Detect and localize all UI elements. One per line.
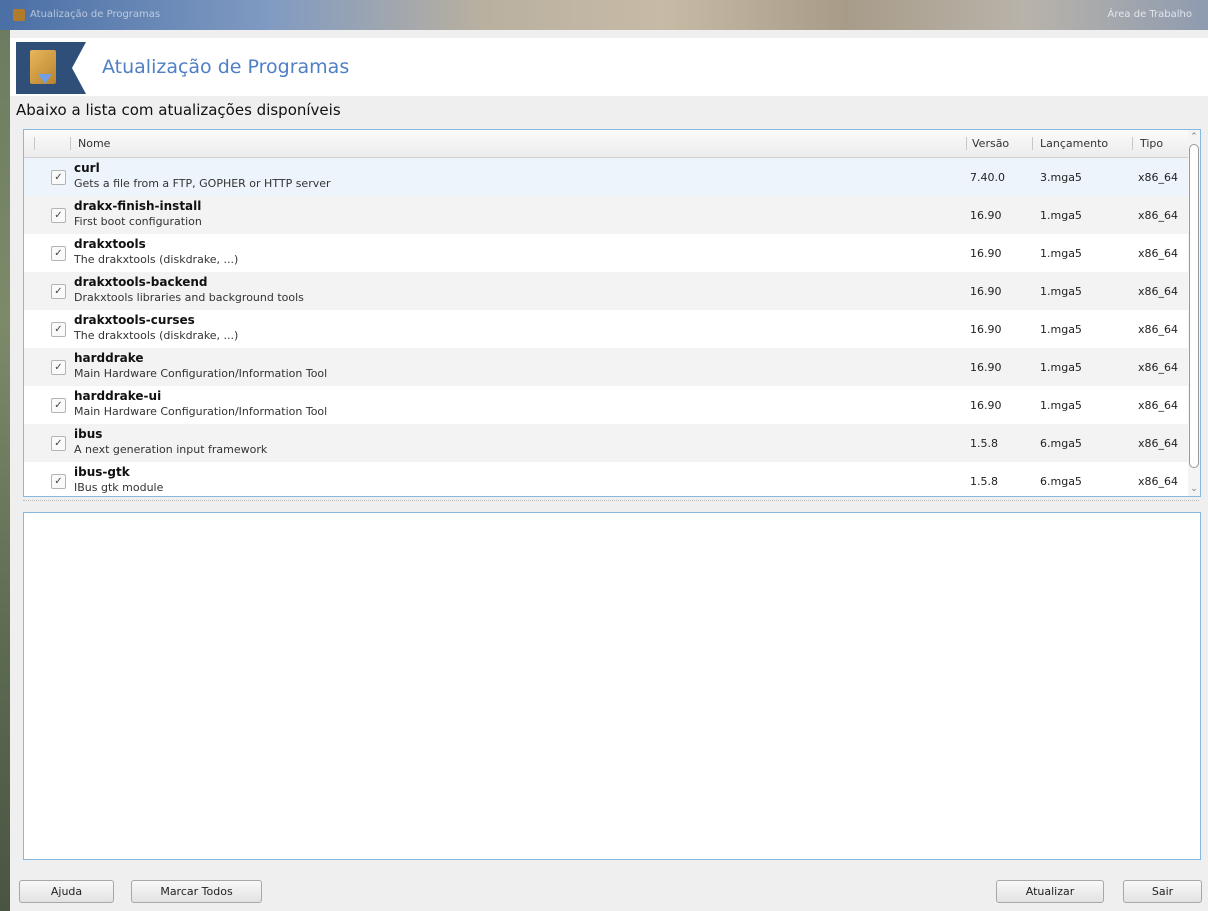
- package-version: 16.90: [970, 285, 1002, 298]
- table-row[interactable]: ✓ ibus A next generation input framework…: [24, 424, 1188, 462]
- select-all-button[interactable]: Marcar Todos: [131, 880, 262, 903]
- package-release: 1.mga5: [1040, 209, 1082, 222]
- package-release: 1.mga5: [1040, 247, 1082, 260]
- list-rows: ✓ curl Gets a file from a FTP, GOPHER or…: [24, 158, 1188, 496]
- package-release: 6.mga5: [1040, 437, 1082, 450]
- list-scrollbar[interactable]: ⌃ ⌄: [1188, 130, 1200, 496]
- package-details-panel: [23, 512, 1201, 860]
- package-version: 16.90: [970, 399, 1002, 412]
- package-name: drakxtools-backend: [74, 275, 208, 289]
- row-checkbox[interactable]: ✓: [51, 398, 66, 413]
- header-banner: Atualização de Programas: [10, 38, 1208, 96]
- row-checkbox[interactable]: ✓: [51, 170, 66, 185]
- package-release: 3.mga5: [1040, 171, 1082, 184]
- update-list[interactable]: Nome Versão Lançamento Tipo ✓ curl Gets …: [23, 129, 1201, 497]
- package-description: Gets a file from a FTP, GOPHER or HTTP s…: [74, 177, 331, 190]
- table-row[interactable]: ✓ ibus-gtk IBus gtk module 1.5.8 6.mga5 …: [24, 462, 1188, 496]
- list-header: Nome Versão Lançamento Tipo: [24, 130, 1188, 158]
- package-arch: x86_64: [1138, 399, 1179, 412]
- package-name: drakx-finish-install: [74, 199, 202, 213]
- package-version: 16.90: [970, 247, 1002, 260]
- scroll-down-icon[interactable]: ⌄: [1189, 483, 1199, 495]
- package-name: curl: [74, 161, 100, 175]
- package-arch: x86_64: [1138, 361, 1179, 374]
- package-description: Main Hardware Configuration/Information …: [74, 367, 328, 380]
- row-checkbox[interactable]: ✓: [51, 322, 66, 337]
- row-checkbox[interactable]: ✓: [51, 436, 66, 451]
- table-row[interactable]: ✓ harddrake Main Hardware Configuration/…: [24, 348, 1188, 386]
- package-version: 7.40.0: [970, 171, 1005, 184]
- row-checkbox[interactable]: ✓: [51, 360, 66, 375]
- package-name: ibus-gtk: [74, 465, 130, 479]
- page-title: Atualização de Programas: [102, 56, 350, 78]
- package-name: harddrake-ui: [74, 389, 162, 403]
- table-row[interactable]: ✓ drakx-finish-install First boot config…: [24, 196, 1188, 234]
- quit-button[interactable]: Sair: [1123, 880, 1202, 903]
- package-release: 6.mga5: [1040, 475, 1082, 488]
- package-version: 1.5.8: [970, 475, 998, 488]
- package-arch: x86_64: [1138, 209, 1179, 222]
- column-header-arch[interactable]: Tipo: [1140, 137, 1163, 150]
- package-name: drakxtools-curses: [74, 313, 195, 327]
- package-description: Drakxtools libraries and background tool…: [74, 291, 304, 304]
- package-description: Main Hardware Configuration/Information …: [74, 405, 328, 418]
- package-release: 1.mga5: [1040, 285, 1082, 298]
- column-header-version[interactable]: Versão: [972, 137, 1009, 150]
- package-arch: x86_64: [1138, 475, 1179, 488]
- scrollbar-thumb[interactable]: [1189, 144, 1199, 468]
- package-arch: x86_64: [1138, 247, 1179, 260]
- package-description: The drakxtools (diskdrake, ...): [74, 253, 239, 266]
- column-header-name[interactable]: Nome: [78, 137, 110, 150]
- list-caption: Abaixo a lista com atualizações disponív…: [16, 101, 341, 119]
- package-description: A next generation input framework: [74, 443, 268, 456]
- scroll-up-icon[interactable]: ⌃: [1189, 131, 1199, 143]
- package-version: 1.5.8: [970, 437, 998, 450]
- window-title: Atualização de Programas: [30, 9, 161, 20]
- column-header-release[interactable]: Lançamento: [1040, 137, 1108, 150]
- package-version: 16.90: [970, 209, 1002, 222]
- help-button[interactable]: Ajuda: [19, 880, 114, 903]
- table-row[interactable]: ✓ drakxtools The drakxtools (diskdrake, …: [24, 234, 1188, 272]
- table-row[interactable]: ✓ harddrake-ui Main Hardware Configurati…: [24, 386, 1188, 424]
- package-arch: x86_64: [1138, 171, 1179, 184]
- package-version: 16.90: [970, 361, 1002, 374]
- package-version: 16.90: [970, 323, 1002, 336]
- desktop-background: [0, 0, 10, 911]
- table-row[interactable]: ✓ drakxtools-curses The drakxtools (disk…: [24, 310, 1188, 348]
- package-update-icon: [16, 42, 86, 94]
- package-arch: x86_64: [1138, 285, 1179, 298]
- row-checkbox[interactable]: ✓: [51, 246, 66, 261]
- package-description: The drakxtools (diskdrake, ...): [74, 329, 239, 342]
- pane-splitter[interactable]: [23, 500, 1199, 504]
- package-name: harddrake: [74, 351, 144, 365]
- desktop-label[interactable]: Área de Trabalho: [1108, 9, 1192, 20]
- package-release: 1.mga5: [1040, 361, 1082, 374]
- row-checkbox[interactable]: ✓: [51, 474, 66, 489]
- package-release: 1.mga5: [1040, 323, 1082, 336]
- app-window-icon: [13, 9, 25, 21]
- package-arch: x86_64: [1138, 323, 1179, 336]
- package-description: First boot configuration: [74, 215, 202, 228]
- package-description: IBus gtk module: [74, 481, 164, 494]
- update-button[interactable]: Atualizar: [996, 880, 1104, 903]
- table-row[interactable]: ✓ curl Gets a file from a FTP, GOPHER or…: [24, 158, 1188, 196]
- window-titlebar[interactable]: Atualização de Programas Área de Trabalh…: [0, 0, 1208, 30]
- row-checkbox[interactable]: ✓: [51, 284, 66, 299]
- table-row[interactable]: ✓ drakxtools-backend Drakxtools librarie…: [24, 272, 1188, 310]
- package-name: ibus: [74, 427, 103, 441]
- row-checkbox[interactable]: ✓: [51, 208, 66, 223]
- package-release: 1.mga5: [1040, 399, 1082, 412]
- package-name: drakxtools: [74, 237, 146, 251]
- package-arch: x86_64: [1138, 437, 1179, 450]
- main-window: Atualização de Programas Abaixo a lista …: [10, 30, 1208, 911]
